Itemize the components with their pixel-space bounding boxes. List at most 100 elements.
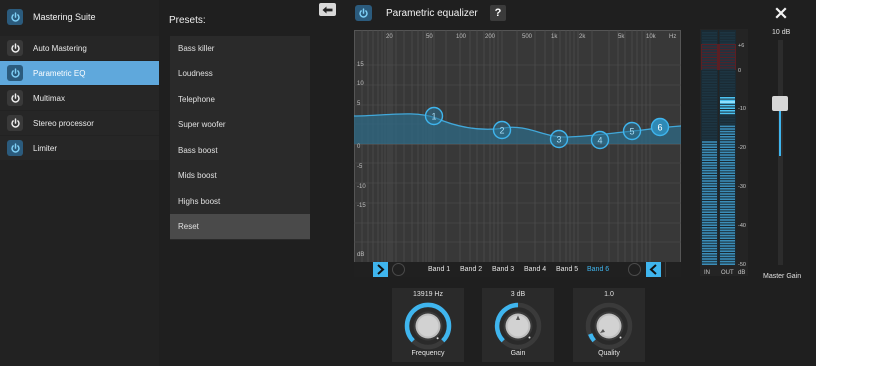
freq-tick-label: 10k (646, 34, 657, 40)
preset-item[interactable]: Bass killer (170, 36, 310, 61)
preset-item[interactable]: Bass boost (170, 138, 310, 163)
meter-out-segment (720, 130, 735, 133)
meter-out-segment (720, 115, 735, 117)
meter-out-segment (720, 81, 735, 83)
meter-scale-label: -30 (738, 184, 746, 190)
meter-in-segment (702, 190, 717, 193)
meter-out-segment (720, 138, 735, 141)
freq-tick-label: 2k (579, 34, 586, 40)
freq-tick-label: 50 (426, 34, 433, 40)
meter-out-segment (720, 216, 735, 219)
sidebar-item-stereo-processor[interactable]: Stereo processor (0, 111, 159, 135)
meter-out-segment (720, 211, 735, 213)
freq-tick-label: 5k (618, 34, 625, 40)
power-icon[interactable] (7, 140, 23, 156)
meter-in-segment (702, 250, 717, 252)
meter-in-segment (702, 32, 717, 34)
meter-in-segment (702, 247, 717, 250)
meter-in-segment (702, 172, 717, 174)
band-tab-4[interactable]: Band 4 (524, 266, 546, 273)
preset-item[interactable]: Super woofer (170, 112, 310, 137)
meter-out-segment (720, 206, 735, 208)
meter-in-segment (702, 78, 717, 81)
eq-power-icon[interactable] (355, 5, 372, 21)
chevron-left-icon (649, 264, 657, 275)
power-icon[interactable] (7, 115, 23, 131)
meter-in-segment (702, 195, 717, 198)
suite-power-icon[interactable] (7, 9, 23, 25)
band-node-3[interactable]: 3 (549, 129, 569, 149)
gain-knob[interactable] (493, 301, 543, 351)
eq-graph[interactable]: 123 45 6 20 50 100 200 500 1k 2k 5k 10k Hz 151050-5… (354, 30, 681, 263)
preset-item-selected[interactable]: Reset (170, 214, 310, 239)
preset-label: Loudness (178, 69, 213, 78)
band-tab-6[interactable]: Band 6 (587, 266, 609, 273)
meter-in-segment (702, 211, 717, 213)
preset-item[interactable]: Highs boost (170, 189, 310, 214)
meter-out-segment (720, 154, 735, 156)
next-band-button[interactable] (646, 262, 661, 277)
sidebar-item-limiter[interactable]: Limiter (0, 136, 159, 160)
meter-in-segment (702, 193, 717, 195)
meter-in-segment (702, 63, 717, 65)
meter-out-segment (720, 175, 735, 177)
band-tab-2[interactable]: Band 2 (460, 266, 482, 273)
preset-label: Reset (178, 222, 199, 231)
meter-out-segment (720, 125, 735, 128)
help-button[interactable]: ? (490, 5, 506, 21)
meter-out-segment (720, 37, 735, 39)
meter-out-segment (720, 234, 735, 237)
meter-out-segment (720, 133, 735, 135)
preset-label: Highs boost (178, 197, 221, 206)
meter-in-segment (702, 60, 717, 63)
freq-tick-label: 100 (456, 34, 467, 40)
band-node-label: 2 (499, 126, 504, 136)
band-node-4[interactable]: 4 (590, 130, 610, 150)
meter-in-segment (702, 216, 717, 219)
meter-out-segment (720, 78, 735, 81)
meter-out-segment (720, 227, 735, 229)
band-tab-1[interactable]: Band 1 (428, 266, 450, 273)
meter-in-segment (702, 206, 717, 208)
sidebar-item-parametric-eq[interactable]: Parametric EQ (0, 61, 159, 85)
band-tab-5[interactable]: Band 5 (556, 266, 578, 273)
band-node-2[interactable]: 2 (492, 120, 512, 140)
corner-right (665, 262, 680, 277)
meter-out-segment (720, 65, 735, 68)
band-node-6[interactable]: 6 (650, 117, 670, 137)
preset-item[interactable]: Telephone (170, 87, 310, 112)
meter-in-segment (702, 141, 717, 143)
sidebar-item-auto-mastering[interactable]: Auto Mastering (0, 36, 159, 60)
meter-out-segment (720, 97, 735, 99)
preset-item[interactable]: Mids boost (170, 163, 310, 188)
sidebar-item-multimax[interactable]: Multimax (0, 86, 159, 110)
meter-out-segment (720, 188, 735, 190)
meter-out-segment (720, 52, 735, 55)
meter-out-segment (720, 221, 735, 224)
close-button[interactable] (773, 5, 789, 21)
band-node-5[interactable]: 5 (622, 121, 642, 141)
sidebar: Mastering Suite Auto Mastering Parametri… (0, 0, 159, 366)
meter-out-segment (720, 94, 735, 96)
meter-in-segment (702, 39, 717, 42)
master-gain-handle[interactable] (772, 96, 788, 111)
meter-out-segment (720, 50, 735, 52)
meter-out-segment (720, 169, 735, 172)
meter-out-segment (720, 195, 735, 198)
sidebar-header: Mastering Suite (0, 0, 159, 34)
back-button[interactable] (319, 3, 336, 16)
prev-band-button[interactable] (373, 262, 388, 277)
meter-in-segment (702, 68, 717, 70)
power-icon[interactable] (7, 65, 23, 81)
preset-label: Bass boost (178, 146, 218, 155)
quality-knob[interactable] (584, 301, 634, 351)
master-gain-value: 10 dB (772, 29, 791, 36)
power-icon[interactable] (7, 90, 23, 106)
meter-out-segment (720, 84, 735, 86)
band-tab-3[interactable]: Band 3 (492, 266, 514, 273)
meter-in-segment (702, 185, 717, 187)
frequency-knob[interactable] (403, 301, 453, 351)
band-node-1[interactable]: 1 (424, 106, 444, 126)
preset-item[interactable]: Loudness (170, 61, 310, 86)
power-icon[interactable] (7, 40, 23, 56)
